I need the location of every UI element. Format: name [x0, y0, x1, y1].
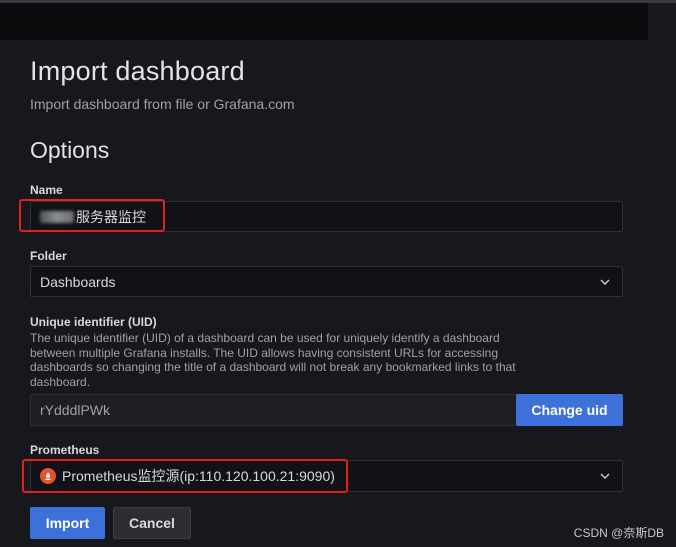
- top-bar: [0, 0, 676, 40]
- name-input[interactable]: 服务器监控: [30, 201, 623, 232]
- section-title: Options: [30, 137, 110, 163]
- change-uid-button[interactable]: Change uid: [516, 394, 623, 426]
- uid-input[interactable]: rYdddlPWk: [30, 394, 517, 426]
- name-label: Name: [30, 183, 63, 197]
- prometheus-label: Prometheus: [30, 443, 100, 457]
- cancel-button[interactable]: Cancel: [113, 507, 191, 539]
- uid-description: The unique identifier (UID) of a dashboa…: [30, 331, 516, 389]
- prometheus-value: Prometheus监控源(ip:110.120.100.21:9090): [62, 468, 335, 484]
- page-title: Import dashboard: [30, 56, 245, 86]
- name-value: 服务器监控: [76, 208, 146, 225]
- uid-value: rYdddlPWk: [40, 402, 111, 418]
- folder-select[interactable]: Dashboards: [30, 266, 623, 297]
- folder-value: Dashboards: [40, 273, 116, 290]
- watermark: CSDN @奈斯DB: [573, 526, 664, 540]
- uid-label: Unique identifier (UID): [30, 315, 157, 329]
- chevron-down-icon: [600, 471, 610, 481]
- import-button[interactable]: Import: [30, 507, 105, 539]
- page-subtitle: Import dashboard from file or Grafana.co…: [30, 96, 295, 112]
- folder-label: Folder: [30, 249, 67, 263]
- prometheus-icon: [40, 468, 56, 484]
- redacted-text: [40, 210, 74, 223]
- prometheus-select[interactable]: Prometheus监控源(ip:110.120.100.21:9090): [30, 460, 623, 492]
- chevron-down-icon: [600, 277, 610, 287]
